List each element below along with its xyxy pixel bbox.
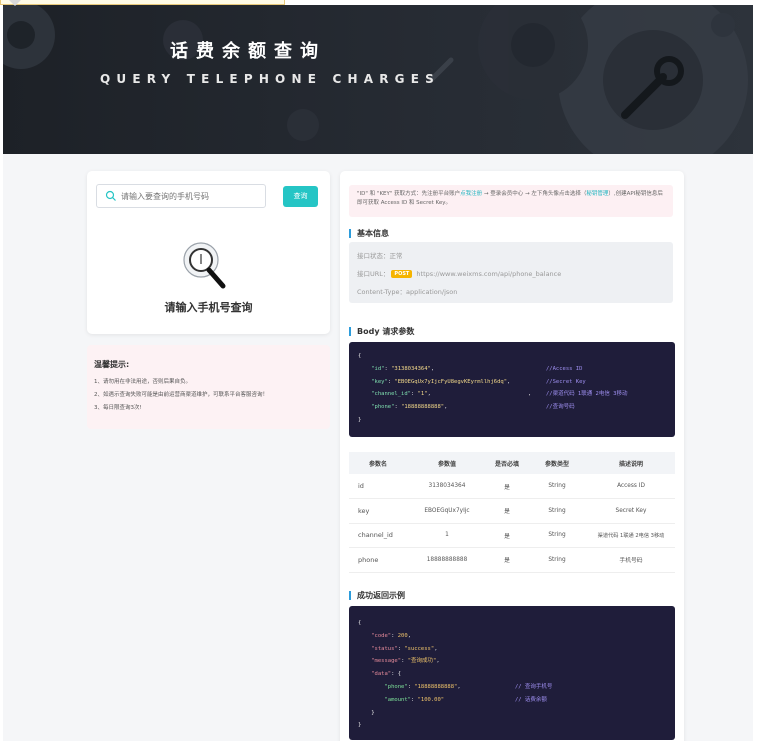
- cell: 手机号码: [587, 547, 675, 573]
- register-link[interactable]: 点我注册: [460, 191, 482, 197]
- api-url-row: 接口URL： POST https://www.weixms.com/api/ph…: [357, 266, 665, 284]
- cell: key: [349, 498, 407, 524]
- cell: 是: [487, 523, 527, 548]
- request-body-code: { "id": "3138034364",//Access ID "key": …: [349, 342, 675, 437]
- response-example-code: { "code": 200, "status": "success", "mes…: [349, 606, 675, 740]
- cell: channel_id: [349, 523, 407, 548]
- code-line: "key": "EBOEGqUx7yIjcFyU8egvKEyrmllhj6dq…: [371, 378, 586, 385]
- key-notice: "ID" 和 "KEY" 获取方式：先注册平台账户点我注册 → 登录会员中心 →…: [349, 185, 673, 217]
- code-line: "data": {: [371, 671, 402, 678]
- api-url: https://www.weixms.com/api/phone_balance: [416, 270, 562, 278]
- code-line: }: [358, 709, 375, 716]
- table-row: id 3138034364 是 String Access ID: [349, 474, 675, 499]
- code-line: "status": "success",: [371, 645, 438, 652]
- code-line: "phone": "18888888888",//查询号码: [371, 404, 575, 411]
- code-line: "code": 200,: [371, 632, 411, 639]
- query-button[interactable]: 查询: [283, 186, 318, 207]
- phone-search-input[interactable]: [121, 191, 261, 201]
- empty-state-text: 请输入手机号查询: [164, 301, 253, 314]
- body-params-title: Body 请求参数: [349, 327, 414, 336]
- post-method-badge: POST: [391, 270, 413, 278]
- col-header: 是否必填: [487, 452, 527, 474]
- table-header-row: 参数名 参数值 是否必填 参数类型 描述说明: [349, 452, 675, 474]
- page: 话费余额查询 QUERY TELEPHONE CHARGES 查询 请输入手机号…: [3, 5, 753, 741]
- key-manage-link[interactable]: 秘钥管理: [586, 191, 608, 197]
- code-line: "message": "查询成功",: [371, 658, 440, 665]
- response-example-title: 成功返回示例: [349, 591, 405, 600]
- col-header: 参数类型: [527, 452, 587, 474]
- param-table: 参数名 参数值 是否必填 参数类型 描述说明 id 3138034364 是 S…: [349, 452, 675, 573]
- code-line: "phone": "18888888888",// 查询手机号: [384, 683, 553, 690]
- col-header: 参数值: [407, 452, 487, 474]
- cell: 是: [487, 498, 527, 524]
- tips-card: 温馨提示: 1、请勿用在非法用途，否则后果自负。 2、如遇示查询失败可能是由前运…: [87, 345, 330, 429]
- basic-info-box: 接口状态：正常 接口URL： POST https://www.weixms.co…: [349, 242, 673, 303]
- col-header: 描述说明: [587, 452, 675, 474]
- search-card: 查询 请输入手机号查询: [87, 171, 330, 334]
- api-status: 接口状态：正常: [357, 252, 403, 260]
- api-doc-card: "ID" 和 "KEY" 获取方式：先注册平台账户点我注册 → 登录会员中心 →…: [340, 171, 684, 741]
- code-line: "amount": "100.00"// 话费余额: [384, 696, 547, 703]
- tooltip-strip: [0, 0, 285, 6]
- cell: 渠道代码 1联通 2电信 3移动: [587, 523, 675, 548]
- cell: 是: [487, 474, 527, 499]
- cell: 18888888888: [407, 547, 487, 573]
- notice-text: → 登录会员中心 → 左下角头像点击选择（: [482, 191, 587, 197]
- code-line: "id": "3138034364",//Access ID: [371, 365, 583, 372]
- code-brace: }: [358, 722, 362, 729]
- cell: 1: [407, 523, 487, 548]
- tooltip-arrow: [9, 0, 21, 6]
- cell: Secret Key: [587, 498, 675, 524]
- table-row: channel_id 1 是 String 渠道代码 1联通 2电信 3移动: [349, 523, 675, 548]
- code-brace: {: [358, 353, 362, 359]
- cell: 是: [487, 547, 527, 573]
- cell: String: [527, 547, 587, 573]
- tips-title: 温馨提示:: [94, 360, 130, 369]
- banner-title: 话费余额查询: [170, 41, 326, 62]
- cell: id: [349, 474, 407, 499]
- cell: String: [527, 474, 587, 499]
- cell: 3138034364: [407, 474, 487, 499]
- basic-info-title: 基本信息: [349, 229, 389, 238]
- content-type: Content-Type：application/json: [357, 288, 458, 296]
- banner-subtitle: QUERY TELEPHONE CHARGES: [100, 72, 440, 86]
- cell: String: [527, 498, 587, 524]
- tip-item: 2、如遇示查询失败可能是由前运营商渠道维护，可联系平台客服咨询！: [94, 392, 269, 398]
- cell: EBOEGqUx7yIjc: [407, 498, 487, 524]
- banner: 话费余额查询 QUERY TELEPHONE CHARGES: [3, 5, 753, 154]
- code-brace: {: [358, 620, 362, 626]
- cell: phone: [349, 547, 407, 573]
- col-header: 参数名: [349, 452, 407, 474]
- tip-item: 3、每日限查询3次!: [94, 405, 142, 411]
- code-line: "channel_id": "1",,//渠道代码 1联通 2电信 3移动: [371, 391, 628, 398]
- table-row: phone 18888888888 是 String 手机号码: [349, 547, 675, 573]
- table-row: key EBOEGqUx7yIjc 是 String Secret Key: [349, 498, 675, 524]
- notice-text: "ID" 和 "KEY" 获取方式：先注册平台账户: [357, 191, 461, 197]
- cell: String: [527, 523, 587, 548]
- tips-list: 1、请勿用在非法用途，否则后果自负。 2、如遇示查询失败可能是由前运营商渠道维护…: [94, 379, 323, 412]
- search-box[interactable]: [96, 184, 266, 208]
- magnifier-empty-icon: [183, 242, 226, 289]
- cell: Access ID: [587, 474, 675, 499]
- api-url-label: 接口URL：: [357, 270, 390, 278]
- code-brace: }: [358, 416, 362, 423]
- tip-item: 1、请勿用在非法用途，否则后果自负。: [94, 379, 192, 385]
- search-icon: [105, 190, 116, 201]
